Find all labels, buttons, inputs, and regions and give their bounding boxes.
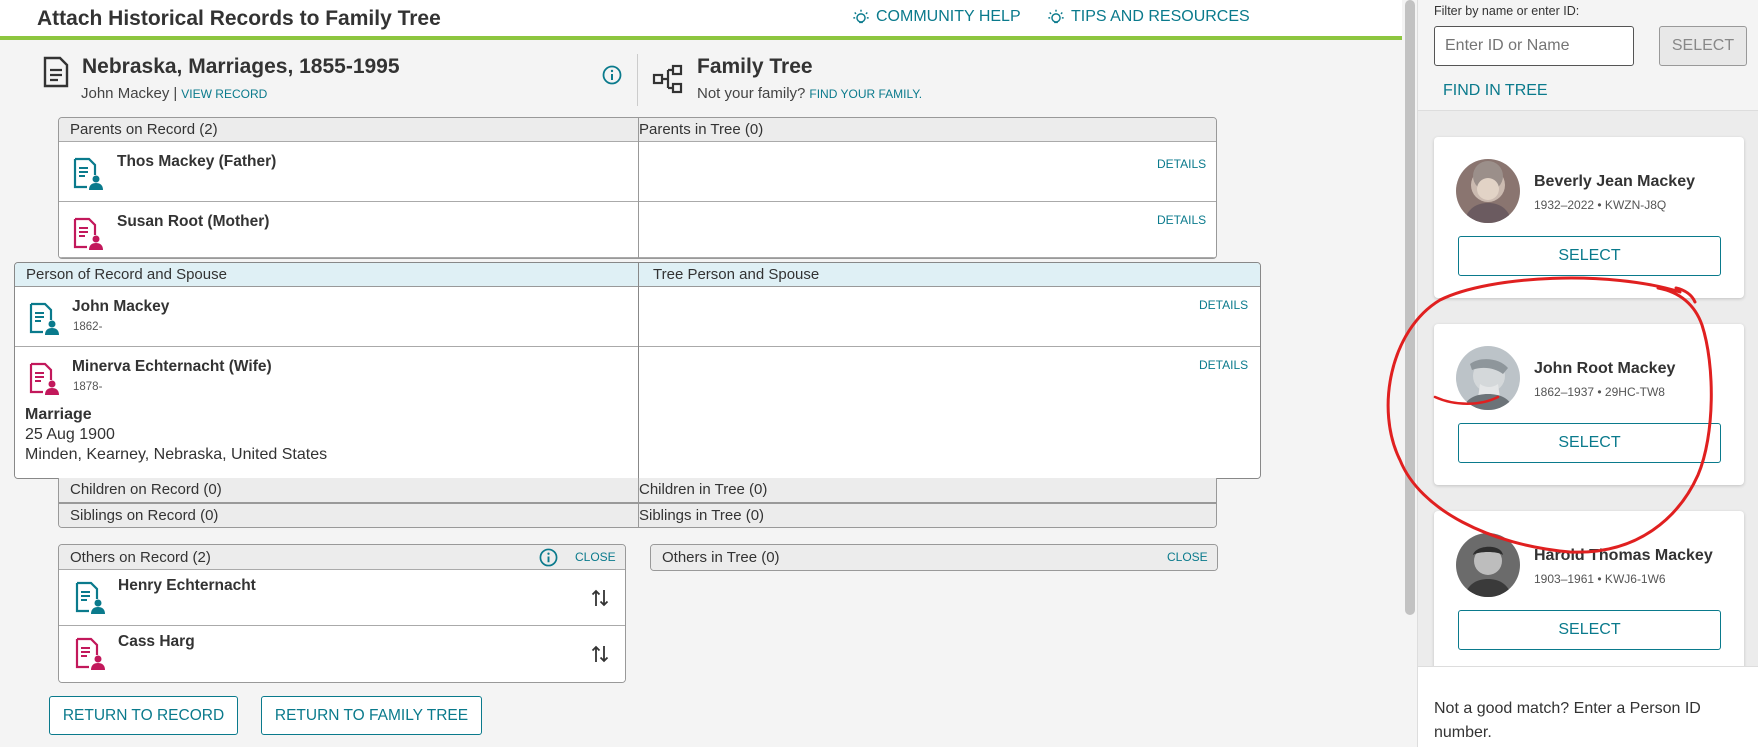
avatar bbox=[1456, 159, 1520, 223]
spouse-dates: 1878- bbox=[73, 381, 103, 393]
record-person-male-icon bbox=[75, 581, 105, 614]
record-person-male-icon bbox=[73, 157, 103, 190]
avatar bbox=[1456, 533, 1520, 597]
candidate-card: Beverly Jean Mackey 1932–2022 • KWZN-J8Q… bbox=[1434, 137, 1744, 298]
community-help-label: COMMUNITY HELP bbox=[876, 8, 1021, 25]
person-dates: 1862- bbox=[73, 321, 103, 333]
tips-resources-label: TIPS AND RESOURCES bbox=[1071, 8, 1250, 25]
person-of-record-label: Person of Record and Spouse bbox=[26, 266, 227, 283]
not-your-family-text: Not your family? bbox=[697, 85, 806, 102]
family-tree-title: Family Tree bbox=[697, 55, 813, 78]
candidate-list: Beverly Jean Mackey 1932–2022 • KWZN-J8Q… bbox=[1418, 111, 1758, 666]
children-on-record-label: Children on Record (0) bbox=[70, 481, 222, 498]
return-to-record-button[interactable]: RETURN TO RECORD bbox=[49, 696, 238, 735]
candidate-name: Beverly Jean Mackey bbox=[1534, 173, 1695, 190]
select-candidate-button[interactable]: SELECT bbox=[1458, 236, 1721, 276]
lightbulb-icon bbox=[1048, 9, 1064, 24]
parent-name[interactable]: Susan Root (Mother) bbox=[117, 213, 269, 231]
lightbulb-icon bbox=[853, 9, 869, 24]
details-link[interactable]: DETAILS bbox=[1199, 358, 1248, 372]
others-in-tree-section: Others in Tree (0) CLOSE bbox=[650, 544, 1218, 571]
column-divider bbox=[638, 504, 639, 527]
select-id-button[interactable]: SELECT bbox=[1659, 26, 1747, 66]
details-link[interactable]: DETAILS bbox=[1199, 298, 1248, 312]
not-a-match-panel: Not a good match? Enter a Person ID numb… bbox=[1418, 666, 1758, 747]
event-date: 25 Aug 1900 bbox=[25, 426, 115, 443]
column-divider bbox=[638, 478, 639, 502]
tips-resources-link[interactable]: TIPS AND RESOURCES bbox=[1047, 8, 1250, 26]
tree-person-label: Tree Person and Spouse bbox=[653, 266, 820, 283]
page-title: Attach Historical Records to Family Tree bbox=[37, 7, 441, 30]
event-place: Minden, Kearney, Nebraska, United States bbox=[25, 446, 328, 463]
other-person-name[interactable]: Henry Echternacht bbox=[118, 577, 256, 595]
main-panel: Attach Historical Records to Family Tree… bbox=[0, 0, 1402, 747]
column-divider bbox=[638, 263, 639, 478]
record-person-female-icon bbox=[29, 362, 59, 395]
record-person-name: John Mackey bbox=[81, 85, 170, 102]
others-in-tree-label: Others in Tree (0) bbox=[662, 549, 780, 566]
tree-subtitle: Not your family? FIND YOUR FAMILY. bbox=[697, 85, 922, 102]
document-icon bbox=[43, 56, 69, 88]
record-person-male-icon bbox=[29, 302, 59, 335]
record-person-female-icon bbox=[73, 217, 103, 250]
person-name[interactable]: John Mackey bbox=[72, 298, 169, 316]
children-section: Children on Record (0) Children in Tree … bbox=[58, 478, 1217, 503]
find-in-tree-link[interactable]: FIND IN TREE bbox=[1443, 82, 1548, 100]
swap-arrows-icon[interactable] bbox=[591, 588, 609, 608]
siblings-on-record-label: Siblings on Record (0) bbox=[70, 507, 219, 524]
parent-name[interactable]: Thos Mackey (Father) bbox=[117, 153, 276, 171]
candidate-name: Harold Thomas Mackey bbox=[1534, 547, 1713, 564]
scrollbar-thumb[interactable] bbox=[1405, 0, 1415, 615]
spouse-name[interactable]: Minerva Echternacht (Wife) bbox=[72, 358, 272, 376]
find-your-family-link[interactable]: FIND YOUR FAMILY. bbox=[809, 87, 922, 101]
record-collection-title: Nebraska, Marriages, 1855-1995 bbox=[82, 55, 400, 78]
others-on-record-header: Others on Record (2) CLOSE bbox=[59, 545, 625, 570]
view-record-link[interactable]: VIEW RECORD bbox=[181, 87, 267, 101]
record-subtitle: John Mackey | VIEW RECORD bbox=[81, 85, 267, 102]
details-link[interactable]: DETAILS bbox=[1157, 213, 1206, 227]
candidate-name: John Root Mackey bbox=[1534, 360, 1676, 377]
close-link[interactable]: CLOSE bbox=[1167, 550, 1208, 564]
children-in-tree-label: Children in Tree (0) bbox=[639, 481, 768, 498]
column-divider bbox=[638, 118, 639, 258]
candidate-meta: 1862–1937 • 29HC-TW8 bbox=[1534, 385, 1665, 399]
info-icon[interactable] bbox=[539, 548, 558, 567]
candidate-sidebar: Filter by name or enter ID: SELECT FIND … bbox=[1418, 0, 1758, 747]
others-on-record-section: Others on Record (2) CLOSE Henry Echtern… bbox=[58, 544, 626, 683]
return-to-family-tree-button[interactable]: RETURN TO FAMILY TREE bbox=[261, 696, 482, 735]
candidate-meta: 1903–1961 • KWJ6-1W6 bbox=[1534, 572, 1666, 586]
info-icon[interactable] bbox=[602, 65, 622, 85]
parents-section: Parents on Record (2) Parents in Tree (0… bbox=[58, 117, 1217, 259]
event-type: Marriage bbox=[25, 406, 92, 423]
candidate-card: John Root Mackey 1862–1937 • 29HC-TW8 SE… bbox=[1434, 324, 1744, 485]
candidate-card: Harold Thomas Mackey 1903–1961 • KWJ6-1W… bbox=[1434, 511, 1744, 666]
siblings-in-tree-label: Siblings in Tree (0) bbox=[639, 507, 765, 524]
other-person-row: Cass Harg bbox=[59, 626, 625, 682]
close-link[interactable]: CLOSE bbox=[575, 550, 616, 564]
not-a-match-text: Not a good match? Enter a Person ID numb… bbox=[1434, 700, 1701, 741]
record-person-female-icon bbox=[75, 637, 105, 670]
community-help-link[interactable]: COMMUNITY HELP bbox=[852, 8, 1021, 26]
other-person-row: Henry Echternacht bbox=[59, 570, 625, 626]
siblings-section: Siblings on Record (0) Siblings in Tree … bbox=[58, 503, 1217, 528]
filter-label: Filter by name or enter ID: bbox=[1434, 4, 1580, 18]
parents-in-tree-label: Parents in Tree (0) bbox=[639, 121, 764, 138]
avatar bbox=[1456, 346, 1520, 410]
select-candidate-button[interactable]: SELECT bbox=[1458, 423, 1721, 463]
top-bar: Attach Historical Records to Family Tree… bbox=[0, 0, 1402, 40]
separator: | bbox=[173, 85, 178, 102]
swap-arrows-icon[interactable] bbox=[591, 644, 609, 664]
header-divider bbox=[637, 54, 638, 106]
person-spouse-section: Person of Record and Spouse Tree Person … bbox=[14, 262, 1261, 479]
search-input[interactable] bbox=[1434, 26, 1634, 66]
candidate-meta: 1932–2022 • KWZN-J8Q bbox=[1534, 198, 1667, 212]
others-on-record-label: Others on Record (2) bbox=[70, 549, 211, 566]
others-in-tree-header: Others in Tree (0) CLOSE bbox=[651, 545, 1217, 570]
parents-on-record-label: Parents on Record (2) bbox=[70, 121, 218, 138]
select-candidate-button[interactable]: SELECT bbox=[1458, 610, 1721, 650]
details-link[interactable]: DETAILS bbox=[1157, 157, 1206, 171]
tree-icon bbox=[652, 64, 683, 94]
other-person-name[interactable]: Cass Harg bbox=[118, 633, 195, 651]
